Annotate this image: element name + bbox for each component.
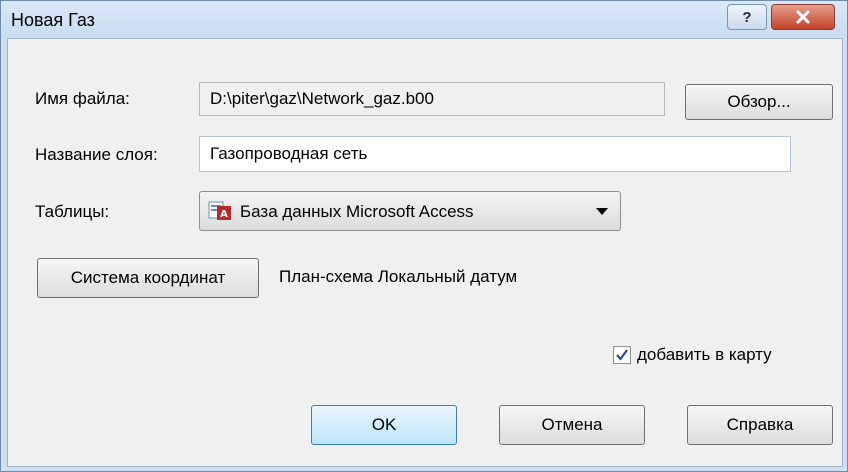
window-title: Новая Газ [11,10,95,30]
svg-text:A: A [220,209,228,220]
coordinate-system-value: План-схема Локальный датум [279,267,518,286]
tables-label: Таблицы: [35,202,110,221]
check-icon [616,349,628,361]
filename-value: D:\piter\gaz\Network_gaz.b00 [210,89,434,108]
tables-select[interactable]: A База данных Microsoft Access [199,191,621,231]
filename-field: D:\piter\gaz\Network_gaz.b00 [199,82,665,116]
cancel-button[interactable]: Отмена [499,405,645,445]
add-to-map-checkbox[interactable] [613,346,631,364]
close-icon [796,10,810,24]
layer-name-label: Название слоя: [35,145,158,164]
chevron-down-icon [596,208,608,215]
tables-selected-value: База данных Microsoft Access [240,202,474,221]
close-button[interactable] [771,4,835,30]
help-button[interactable]: Справка [687,405,833,445]
title-bar[interactable]: Новая Газ ? [1,1,847,37]
layer-name-value: Газопроводная сеть [210,144,368,163]
add-to-map-label[interactable]: добавить в карту [637,345,772,365]
coordinate-system-button[interactable]: Система координат [37,258,259,298]
browse-button[interactable]: Обзор... [685,84,833,120]
help-title-button[interactable]: ? [727,4,767,30]
help-icon: ? [742,8,752,26]
dialog-window: Новая Газ ? Имя файла: D:\piter\gaz\Netw… [0,0,848,472]
layer-name-input[interactable]: Газопроводная сеть [199,136,791,172]
ms-access-icon: A [208,201,231,220]
ok-button[interactable]: OK [311,405,457,445]
filename-label: Имя файла: [35,89,130,108]
